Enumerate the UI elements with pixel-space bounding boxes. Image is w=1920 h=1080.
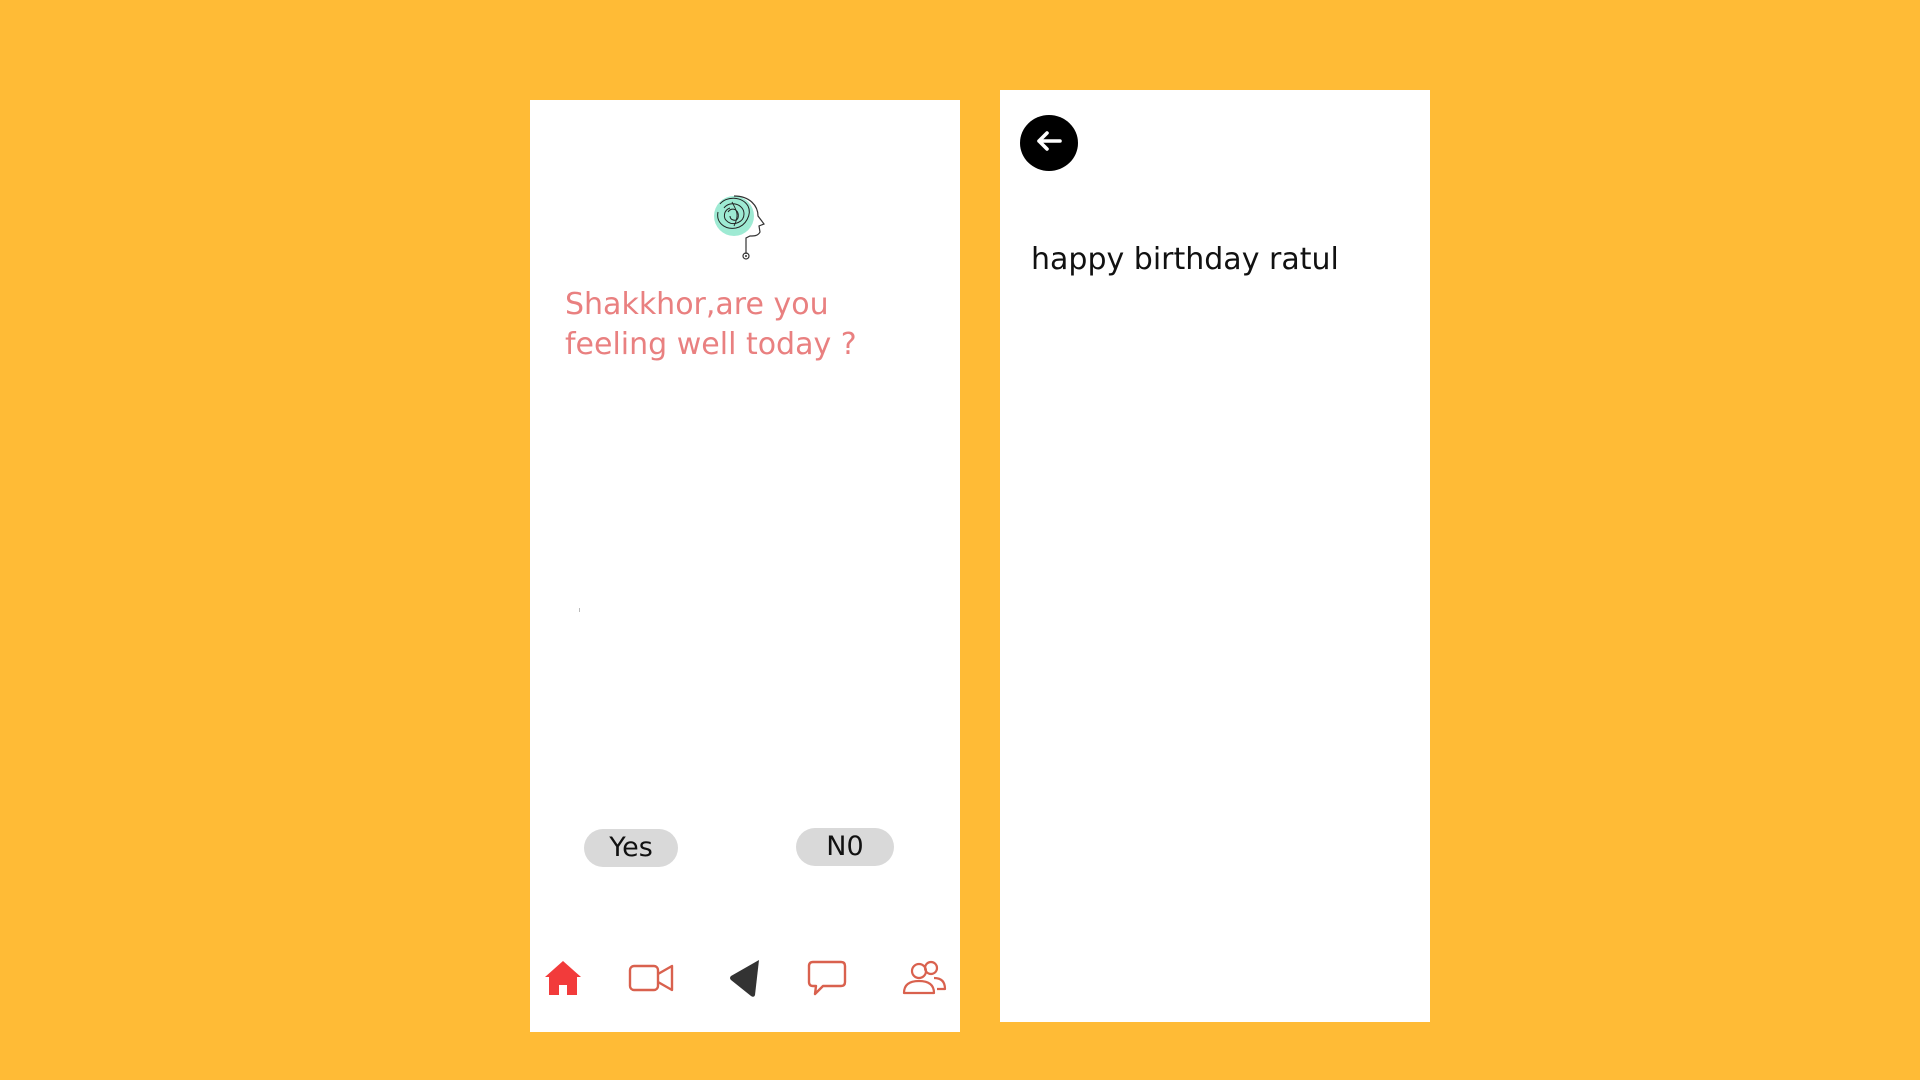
video-camera-icon bbox=[628, 962, 674, 998]
check-in-screen: Shakkhor,are you feeling well today ? Ye… bbox=[530, 100, 960, 1032]
divider-mark bbox=[579, 608, 580, 612]
nav-navigate[interactable] bbox=[725, 950, 765, 1010]
message-screen: happy birthday ratul bbox=[1000, 90, 1430, 1022]
bottom-nav-bar bbox=[530, 950, 960, 1010]
arrow-left-icon bbox=[1034, 129, 1064, 157]
home-icon bbox=[543, 958, 583, 1002]
nav-home[interactable] bbox=[540, 950, 586, 1010]
navigation-arrow-icon bbox=[728, 958, 762, 1002]
users-icon bbox=[901, 959, 947, 1001]
back-button[interactable] bbox=[1020, 115, 1078, 171]
message-text: happy birthday ratul bbox=[1031, 242, 1339, 277]
nav-video[interactable] bbox=[626, 950, 676, 1010]
wellbeing-question: Shakkhor,are you feeling well today ? bbox=[565, 287, 857, 362]
yes-button[interactable]: Yes bbox=[584, 829, 678, 867]
no-button[interactable]: N0 bbox=[796, 828, 894, 866]
brain-head-icon bbox=[712, 192, 772, 262]
nav-chat[interactable] bbox=[805, 950, 849, 1010]
nav-community[interactable] bbox=[900, 950, 948, 1010]
chat-bubble-icon bbox=[807, 959, 847, 1001]
